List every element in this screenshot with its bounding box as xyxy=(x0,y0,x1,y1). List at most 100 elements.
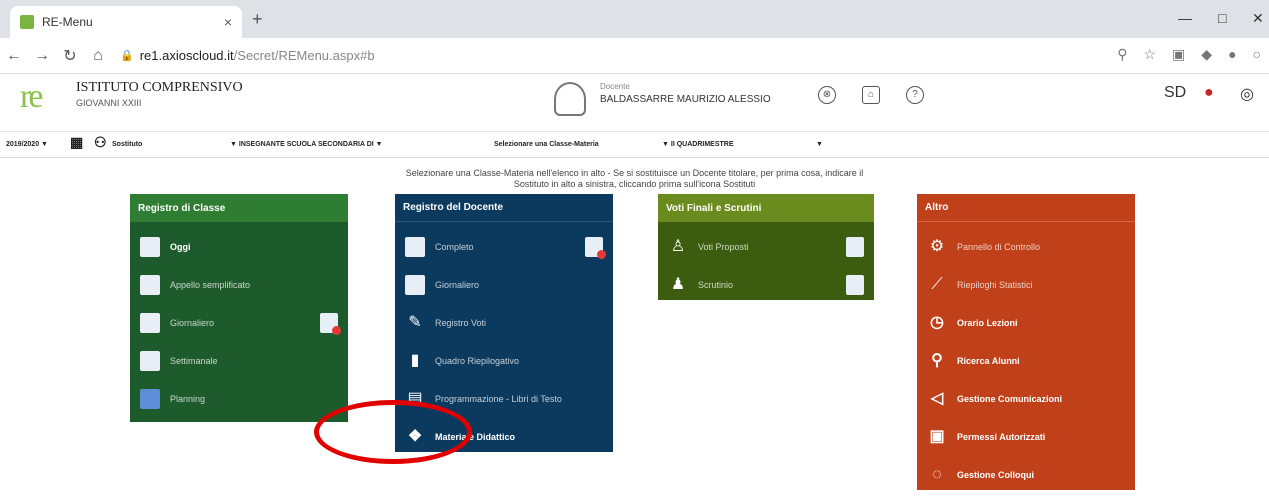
class-materia-select[interactable]: Selezionare una Classe-Materia xyxy=(494,141,599,148)
group-icon: ♟ xyxy=(670,276,686,293)
profile-icon[interactable]: ○ xyxy=(1253,46,1261,63)
panel-title: Registro di Classe xyxy=(130,194,348,222)
user-avatar-icon[interactable] xyxy=(554,82,586,116)
substitute-icon[interactable]: ⚇ xyxy=(94,134,107,151)
edit-register-icon[interactable] xyxy=(320,313,341,335)
calendar-alert-icon[interactable] xyxy=(585,237,606,259)
sd-logo[interactable]: SD xyxy=(1164,84,1186,102)
extension-icon[interactable]: ◆ xyxy=(1201,46,1212,63)
selection-toolbar: 2019/2020 ▼ ▦ ⚇ Sostituto ▼ INSEGNANTE S… xyxy=(0,132,1269,158)
menu-item-label: Planning xyxy=(170,394,206,404)
menu-item-label: Gestione Colloqui xyxy=(957,470,1035,480)
reload-icon[interactable]: ↻ xyxy=(56,46,84,66)
clock-icon: ◷ xyxy=(930,314,944,331)
report-icon[interactable] xyxy=(846,237,864,257)
extension-icons: ⚲ ☆ ▣ ◆ ● ○ xyxy=(1117,46,1261,63)
extension-icon[interactable]: ▣ xyxy=(1172,46,1185,63)
menu-item-oggi[interactable]: Oggi xyxy=(130,228,348,266)
url-path: /Secret/REMenu.aspx#b xyxy=(233,48,375,63)
register-icon xyxy=(405,237,425,257)
chat-icon: ◌ xyxy=(932,466,942,483)
user-icon: ♙ xyxy=(670,238,686,255)
search-user-icon: ⚲ xyxy=(931,352,943,369)
menu-item-settimanale[interactable]: Settimanale xyxy=(130,342,348,380)
megaphone-icon: ◁ xyxy=(930,390,944,407)
minimize-icon[interactable]: — xyxy=(1178,10,1192,26)
week-calendar-icon xyxy=(140,351,160,371)
roll-call-icon xyxy=(140,275,160,295)
school-subname: GIOVANNI XXIII xyxy=(76,98,142,108)
panel-voti-finali: Voti Finali e Scrutini ♙ Voti Proposti ♟ S… xyxy=(658,194,874,300)
bookmark-star-icon[interactable]: ☆ xyxy=(1143,46,1156,63)
url-host: re1.axioscloud.it xyxy=(139,48,234,63)
grades-icon: ✎ xyxy=(408,314,422,331)
extension-icon[interactable]: ● xyxy=(1228,46,1236,63)
message-line-2: Sostituto in alto a sinistra, cliccando … xyxy=(513,179,756,189)
tab-title: RE-Menu xyxy=(42,15,93,29)
help-icon[interactable]: ? xyxy=(906,86,924,104)
substitute-label[interactable]: Sostituto xyxy=(112,141,142,148)
calendar-icon[interactable]: ▦ xyxy=(70,134,83,151)
menu-item-giornaliero[interactable]: Giornaliero xyxy=(395,266,613,304)
browser-tabbar: RE-Menu × + — □ ✕ xyxy=(0,0,1269,38)
menu-item-voti-proposti[interactable]: ♙ Voti Proposti xyxy=(658,228,874,266)
menu-item-appello[interactable]: Appello semplificato xyxy=(130,266,348,304)
menu-item-label: Pannello di Controllo xyxy=(957,242,1041,252)
zoom-icon[interactable]: ⚲ xyxy=(1117,46,1127,63)
menu-item-permessi[interactable]: ▣ Permessi Autorizzati xyxy=(917,418,1135,456)
planning-icon xyxy=(140,389,160,409)
menu-item-pannello-controllo[interactable]: ⚙ Pannello di Controllo xyxy=(917,228,1135,266)
export-icon[interactable] xyxy=(846,275,864,295)
menu-item-label: Registro Voti xyxy=(435,318,487,328)
favicon-icon xyxy=(20,15,34,29)
menu-item-label: Oggi xyxy=(170,242,191,252)
menu-item-orario[interactable]: ◷ Orario Lezioni xyxy=(917,304,1135,342)
bar-chart-icon: ▮ xyxy=(410,352,420,369)
browser-tab[interactable]: RE-Menu × xyxy=(10,6,242,38)
lock-icon[interactable]: ⌂ xyxy=(862,86,880,104)
lock-icon: 🔒 xyxy=(120,50,134,62)
maximize-icon[interactable]: □ xyxy=(1218,10,1226,26)
menu-item-ricerca-alunni[interactable]: ⚲ Ricerca Alunni xyxy=(917,342,1135,380)
menu-item-completo[interactable]: Completo xyxy=(395,228,613,266)
panel-registro-classe: Registro di Classe Oggi Appello semplifi… xyxy=(130,194,348,422)
menu-item-label: Giornaliero xyxy=(170,318,215,328)
forward-icon[interactable]: → xyxy=(28,47,56,65)
menu-item-label: Gestione Comunicazioni xyxy=(957,394,1063,404)
app-header: re ISTITUTO COMPRENSIVO GIOVANNI XXIII D… xyxy=(0,74,1269,132)
class-select[interactable]: ▼ INSEGNANTE SCUOLA SECONDARIA DI ▼ xyxy=(230,141,383,148)
menu-item-label: Permessi Autorizzati xyxy=(957,432,1046,442)
school-name: ISTITUTO COMPRENSIVO xyxy=(76,80,243,95)
panel-title: Voti Finali e Scrutini xyxy=(658,194,874,222)
new-tab-icon[interactable]: + xyxy=(252,9,263,30)
url-field[interactable]: 🔒 re1.axioscloud.it /Secret/REMenu.aspx#… xyxy=(120,48,375,63)
permit-icon: ▣ xyxy=(929,428,945,445)
brand-icon[interactable]: ● xyxy=(1204,84,1214,102)
instruction-message: Selezionare una Classe-Materia nell'elen… xyxy=(0,168,1269,190)
year-select[interactable]: 2019/2020 ▼ xyxy=(6,141,48,148)
menu-item-scrutinio[interactable]: ♟ Scrutinio xyxy=(658,266,874,304)
window-close-icon[interactable]: ✕ xyxy=(1252,10,1264,27)
menu-item-colloqui[interactable]: ◌ Gestione Colloqui xyxy=(917,456,1135,494)
re-logo: re xyxy=(20,78,43,115)
menu-item-planning[interactable]: Planning xyxy=(130,380,348,418)
close-tab-icon[interactable]: × xyxy=(224,14,232,30)
menu-item-registro-voti[interactable]: ✎ Registro Voti xyxy=(395,304,613,342)
menu-item-label: Voti Proposti xyxy=(698,242,749,252)
line-chart-icon: ⟋ xyxy=(931,276,943,293)
calendar-icon xyxy=(140,313,160,333)
menu-item-label: Riepiloghi Statistici xyxy=(957,280,1033,290)
menu-item-label: Orario Lezioni xyxy=(957,318,1018,328)
menu-item-quadro[interactable]: ▮ Quadro Riepilogativo xyxy=(395,342,613,380)
settings-icon[interactable]: ◎ xyxy=(1240,84,1254,104)
logout-icon[interactable]: ⊗ xyxy=(818,86,836,104)
period-dropdown-icon[interactable]: ▼ xyxy=(816,141,823,148)
menu-item-comunicazioni[interactable]: ◁ Gestione Comunicazioni xyxy=(917,380,1135,418)
period-select[interactable]: ▼ II QUADRIMESTRE xyxy=(662,141,734,148)
gears-icon: ⚙ xyxy=(929,238,945,255)
menu-item-riepiloghi[interactable]: ⟋ Riepiloghi Statistici xyxy=(917,266,1135,304)
menu-item-label: Giornaliero xyxy=(435,280,480,290)
home-icon[interactable]: ⌂ xyxy=(84,47,112,65)
menu-item-giornaliero[interactable]: Giornaliero xyxy=(130,304,348,342)
back-icon[interactable]: ← xyxy=(0,47,28,65)
